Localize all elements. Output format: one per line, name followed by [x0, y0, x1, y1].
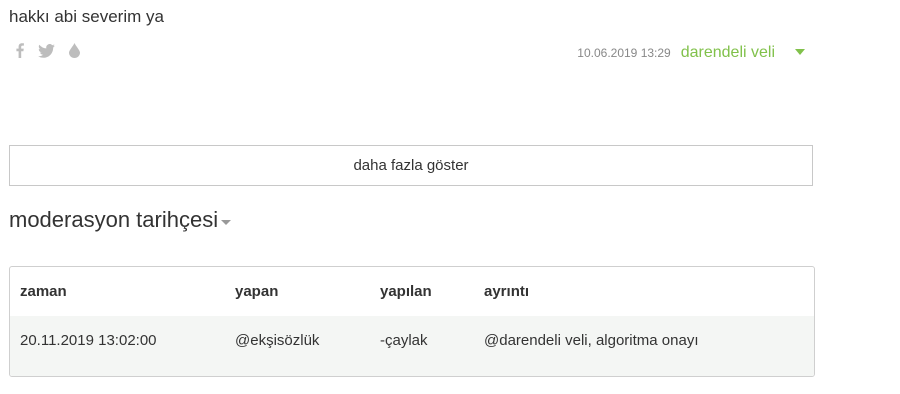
- row-action: -çaylak: [370, 316, 474, 365]
- table-row: 20.11.2019 13:02:00 @ekşisözlük -çaylak …: [10, 316, 814, 365]
- entry-footer: 10.06.2019 13:29 darendeli veli: [577, 44, 805, 62]
- column-header-actor: yapan: [235, 283, 279, 300]
- entry-date[interactable]: 10.06.2019 13:29: [577, 46, 670, 60]
- row-detail: @darendeli veli, algoritma onayı: [474, 316, 814, 365]
- moderation-history-table: zaman yapan yapılan ayrıntı 20.11.2019 1…: [9, 266, 815, 377]
- moderation-history-heading[interactable]: moderasyon tarihçesi: [9, 207, 232, 233]
- entry-content: hakkı abi severim ya: [9, 7, 164, 26]
- column-header-detail: ayrıntı: [484, 283, 530, 300]
- facebook-icon[interactable]: [16, 43, 24, 58]
- row-time: 20.11.2019 13:02:00: [10, 316, 225, 365]
- spacer-cell: [10, 365, 814, 376]
- drop-icon[interactable]: [69, 43, 80, 58]
- row-actor: @ekşisözlük: [225, 316, 370, 365]
- table-header-row: zaman yapan yapılan ayrıntı: [10, 267, 814, 316]
- moderation-history-title: moderasyon tarihçesi: [9, 207, 219, 232]
- entry-author-link[interactable]: darendeli veli: [681, 44, 775, 62]
- show-more-button[interactable]: daha fazla göster: [9, 145, 813, 186]
- twitter-icon[interactable]: [38, 43, 55, 58]
- table-row-spacer: [10, 365, 814, 376]
- chevron-down-icon[interactable]: [221, 219, 232, 225]
- column-header-time: zaman: [20, 283, 67, 300]
- column-header-action: yapılan: [380, 283, 432, 300]
- entry-menu-caret-icon[interactable]: [795, 49, 805, 55]
- share-bar: [16, 43, 80, 58]
